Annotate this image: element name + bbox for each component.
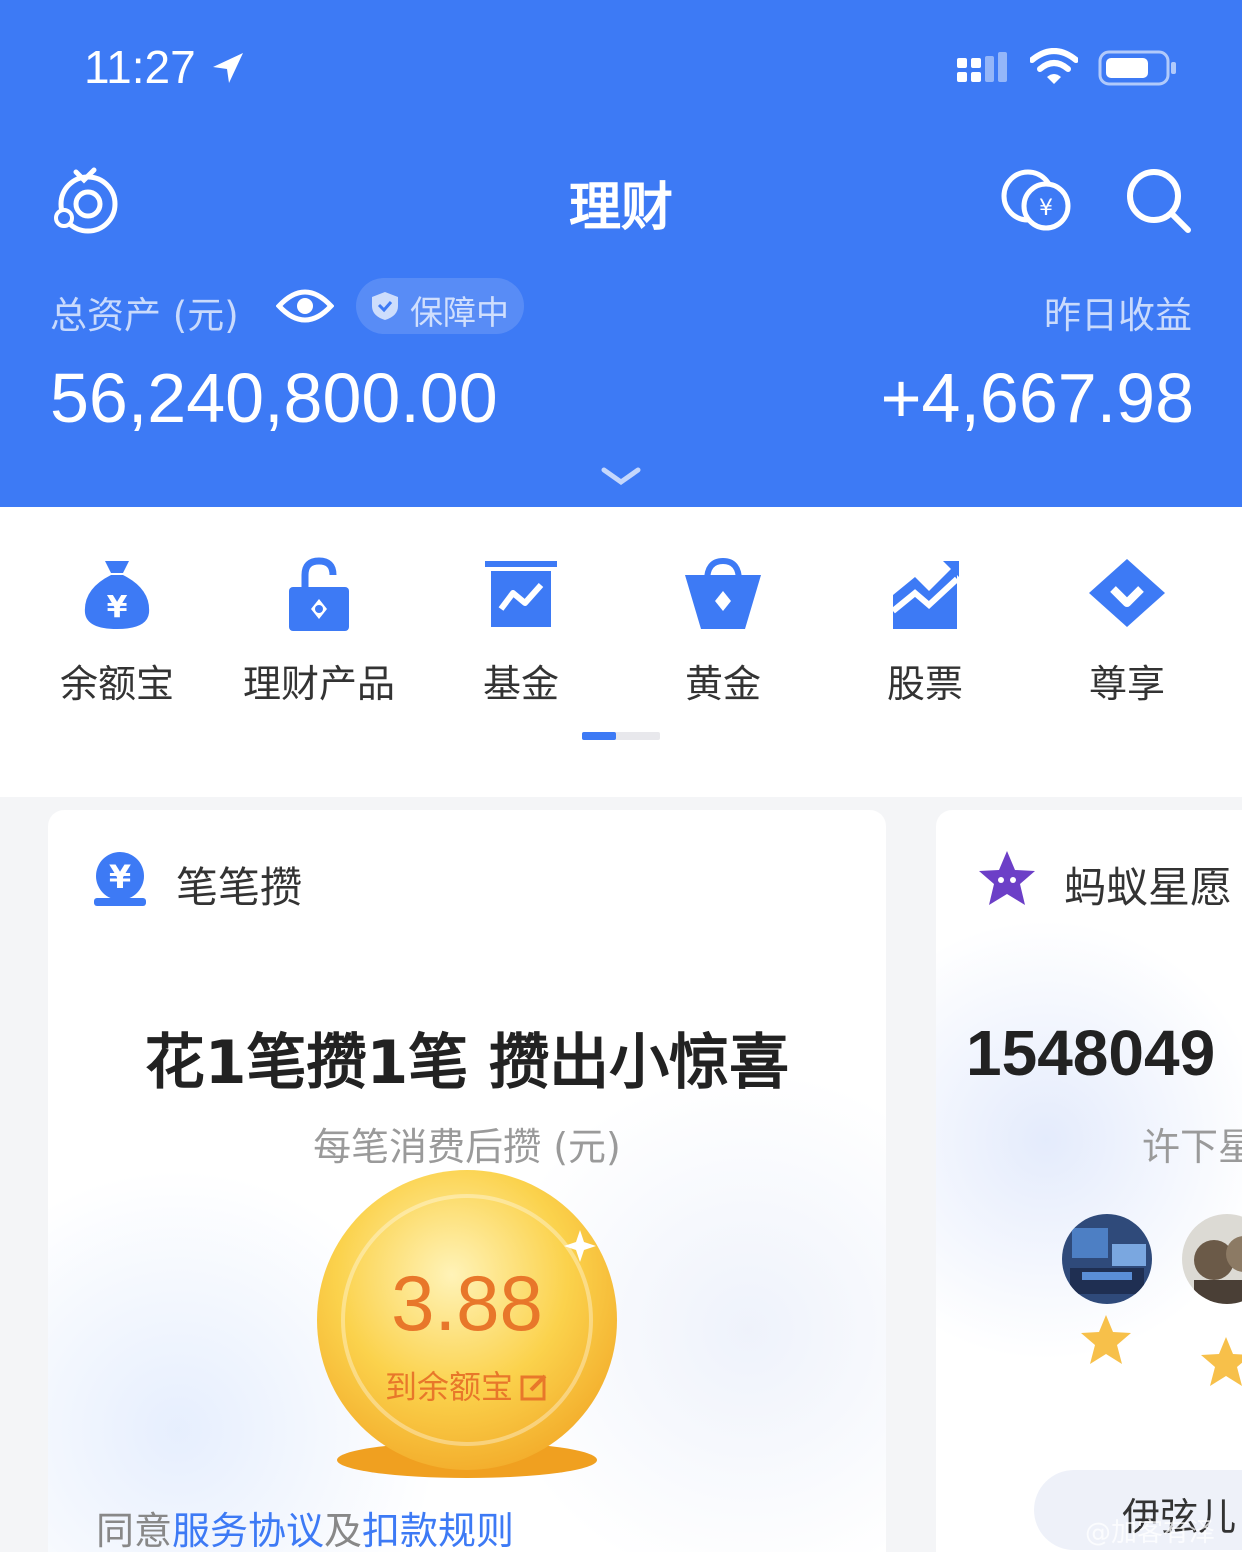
wish-card[interactable]: 蚂蚁星愿 1548049 许下星 伊弦儿 xyxy=(936,810,1242,1552)
wish-count: 1548049 xyxy=(966,1017,1216,1089)
page-indicator xyxy=(582,732,660,740)
category-fund[interactable]: 基金 xyxy=(426,555,616,706)
lock-icon xyxy=(289,557,349,631)
stock-icon xyxy=(891,561,960,629)
shield-icon xyxy=(372,292,398,320)
star-icon xyxy=(1081,1315,1131,1364)
category-label: 尊享 xyxy=(1088,662,1165,706)
battery-icon xyxy=(1098,50,1176,86)
chart-icon xyxy=(485,561,557,627)
total-assets-label: 总资产 (元) xyxy=(50,294,239,337)
service-agreement-link[interactable]: 服务协议 xyxy=(172,1509,324,1552)
wish-card-title: 蚂蚁星愿 xyxy=(1064,863,1233,912)
page-indicator-active xyxy=(582,732,616,740)
svg-text:¥: ¥ xyxy=(107,590,128,625)
yesterday-earnings-label: 昨日收益 xyxy=(1044,294,1192,337)
coins-icon[interactable]: ¥ xyxy=(1000,166,1072,232)
diamond-icon xyxy=(1089,559,1165,627)
savings-headline: 花1笔攒1笔 攒出小惊喜 xyxy=(144,1028,790,1098)
agree-mid: 及 xyxy=(324,1509,363,1552)
header: 11:27 理财 ¥ 总资产 (元) 保障中 昨日收益 56,240,800.0… xyxy=(0,0,1242,507)
protection-badge[interactable]: 保障中 xyxy=(356,278,524,334)
savings-card-title: 笔笔攒 xyxy=(176,863,303,912)
star-face-icon xyxy=(979,851,1035,905)
category-label: 股票 xyxy=(886,662,963,706)
chevron-down-icon[interactable] xyxy=(600,466,642,486)
category-wealth-products[interactable]: 理财产品 xyxy=(224,555,414,706)
yesterday-earnings-value: +4,667.98 xyxy=(880,359,1194,437)
category-label: 余额宝 xyxy=(59,662,174,706)
agree-prefix: 同意 xyxy=(96,1509,173,1552)
svg-text:¥: ¥ xyxy=(109,858,131,896)
savings-amount-caption-text: 到余额宝 xyxy=(384,1368,513,1406)
category-label: 黄金 xyxy=(684,662,761,706)
savings-amount-caption[interactable]: 到余额宝 xyxy=(310,1362,624,1408)
avatar[interactable] xyxy=(1062,1214,1152,1304)
avatar[interactable] xyxy=(1182,1214,1242,1304)
category-label: 理财产品 xyxy=(242,662,395,706)
location-arrow-icon xyxy=(213,53,243,83)
money-bag-icon: ¥ xyxy=(84,561,150,629)
wifi-icon xyxy=(1030,48,1078,84)
savings-card[interactable]: ¥ 笔笔攒 花1笔攒1笔 攒出小惊喜 每笔消费后攒 (元) 3.88 到余额宝 … xyxy=(48,810,886,1552)
savings-amount: 3.88 xyxy=(391,1259,543,1347)
protection-badge-label: 保障中 xyxy=(410,293,509,332)
gold-basket-icon xyxy=(685,557,761,629)
svg-text:¥: ¥ xyxy=(1039,196,1053,221)
category-yuebao[interactable]: ¥ 余额宝 xyxy=(22,555,212,706)
deduction-rules-link[interactable]: 扣款规则 xyxy=(362,1509,514,1552)
savings-subtitle: 每笔消费后攒 (元) xyxy=(313,1125,621,1169)
category-gold[interactable]: 黄金 xyxy=(628,555,818,706)
status-time: 11:27 xyxy=(84,41,196,93)
edit-icon[interactable] xyxy=(519,1372,549,1402)
finance-page: 11:27 理财 ¥ 总资产 (元) 保障中 昨日收益 56,240,800.0… xyxy=(0,0,1242,1552)
category-stock[interactable]: 股票 xyxy=(830,555,1020,706)
category-exclusive[interactable]: 尊享 xyxy=(1032,555,1222,706)
wish-subtitle: 许下星 xyxy=(1142,1125,1242,1169)
cellular-signal-icon xyxy=(957,52,1007,82)
total-assets-value: 56,240,800.00 xyxy=(50,359,498,437)
category-grid: ¥ 余额宝 理财产品 基金 黄金 股票 尊享 xyxy=(0,507,1242,797)
category-label: 基金 xyxy=(482,662,559,706)
agreement-line: 同意服务协议及扣款规则 xyxy=(96,1500,514,1552)
search-icon[interactable] xyxy=(1124,166,1192,234)
star-icon xyxy=(1201,1337,1242,1386)
yuan-coin-icon: ¥ xyxy=(94,852,146,906)
watermark: @加客有泽 xyxy=(1085,1518,1216,1548)
eye-icon[interactable] xyxy=(276,286,334,326)
